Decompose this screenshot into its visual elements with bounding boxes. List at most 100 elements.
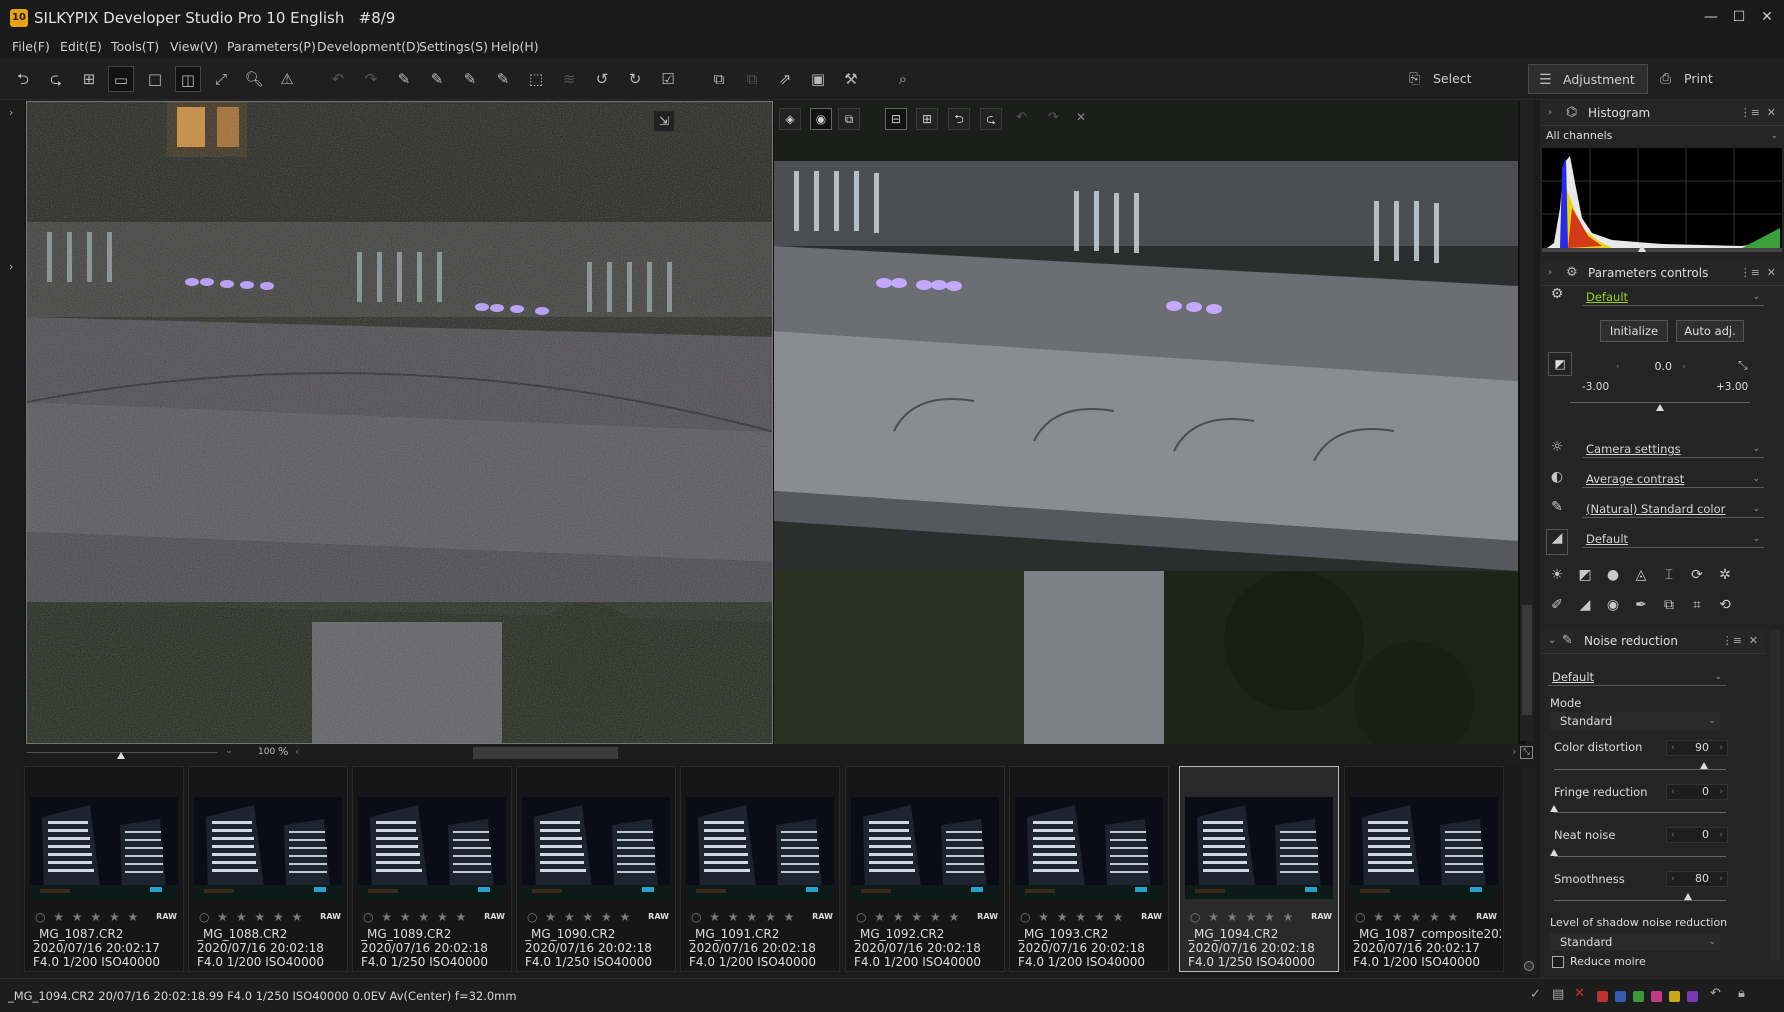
fit-screen-icon[interactable]: ⤢	[208, 66, 234, 92]
parameters-menu-icon[interactable]: ⋮≡	[1740, 260, 1760, 286]
rating-stars[interactable]: ○ ★ ★ ★ ★ ★	[1020, 910, 1125, 924]
grid-overlay-icon[interactable]: ⊞	[916, 108, 938, 130]
filmstrip-view-icon[interactable]: ▭	[108, 66, 134, 92]
zoom-icon[interactable]: 🔍︎	[241, 66, 267, 92]
copy-right-icon[interactable]: ⮎	[980, 108, 1002, 130]
color-distortion-knob[interactable]	[1700, 762, 1708, 769]
rotate-tool-icon[interactable]: ⟲	[1714, 597, 1736, 613]
slideshow-icon[interactable]: ▣	[805, 66, 831, 92]
viewer-redo-icon[interactable]: ↷	[1048, 110, 1059, 125]
sphere-tool-icon[interactable]: ●	[1602, 567, 1624, 583]
previous-image-icon[interactable]: ⮌	[10, 66, 36, 92]
auto-adj-button[interactable]: Auto adj.	[1676, 320, 1744, 342]
noise-menu-icon[interactable]: ⋮≡	[1722, 628, 1742, 654]
fr-increase-icon[interactable]: ›	[1719, 785, 1723, 799]
grid-view-icon[interactable]: ⊞	[76, 66, 102, 92]
menu-help[interactable]: Help(H)	[491, 36, 539, 58]
auto-exposure-icon[interactable]: ⤡	[1738, 358, 1748, 373]
image-after-denoised[interactable]	[774, 101, 1518, 744]
close-window-button[interactable]: ✕	[1756, 6, 1778, 28]
histogram-collapse-icon[interactable]: ›	[1548, 100, 1552, 126]
undo-icon[interactable]: ↶	[325, 66, 351, 92]
sharpness-tool-icon[interactable]: ⌶	[1658, 567, 1680, 583]
thumbnail-item[interactable]: ○ ★ ★ ★ ★ ★ RAW _MG_1089.CR2 2020/07/16 20:…	[352, 766, 512, 972]
viewer-vertical-scroll-thumb[interactable]	[1522, 605, 1532, 715]
tone-select[interactable]: Default ⌄	[1582, 530, 1764, 548]
rating-stars[interactable]: ○ ★ ★ ★ ★ ★	[691, 910, 796, 924]
shadow-noise-select[interactable]: Standard ⌄	[1550, 933, 1720, 951]
view-sync-icon[interactable]: ◈	[779, 108, 801, 130]
rating-stars[interactable]: ○ ★ ★ ★ ★ ★	[856, 910, 961, 924]
menu-parameters[interactable]: Parameters(P)	[227, 36, 316, 58]
lens-tool-icon[interactable]: ⟳	[1686, 567, 1708, 583]
histogram-close-icon[interactable]: ✕	[1767, 100, 1776, 126]
rotate-status-icon[interactable]: ↶	[1710, 986, 1721, 1001]
expand-left-panel-icon[interactable]: ›	[9, 260, 13, 273]
paste-parameters-icon[interactable]: ✎	[424, 66, 450, 92]
adjustment-mode-button[interactable]: ☰ Adjustment	[1528, 64, 1648, 94]
hsl-tool-icon[interactable]: ◬	[1630, 567, 1652, 583]
white-balance-select[interactable]: Camera settings ⌄	[1582, 440, 1764, 458]
paste-all-icon[interactable]: ✎	[457, 66, 483, 92]
initialize-button[interactable]: Initialize	[1600, 320, 1668, 342]
exposure-decrease-icon[interactable]: ‹	[1616, 360, 1620, 374]
parameters-collapse-icon[interactable]: ›	[1548, 260, 1552, 286]
rotate-right-icon[interactable]: ↻	[622, 66, 648, 92]
pink-label-icon[interactable]	[1651, 991, 1662, 1002]
neat-noise-spinner[interactable]: ‹ 0 ›	[1666, 827, 1728, 843]
thumbnail-item[interactable]: ○ ★ ★ ★ ★ ★ RAW _MG_1090.CR2 2020/07/16 20:…	[516, 766, 676, 972]
contrast-select[interactable]: Average contrast ⌄	[1582, 470, 1764, 488]
noise-reduction-header[interactable]: ⌄ ✎ Noise reduction ⋮≡ ✕	[1540, 628, 1766, 654]
sm-increase-icon[interactable]: ›	[1719, 872, 1723, 886]
parameters-close-icon[interactable]: ✕	[1767, 260, 1776, 286]
scroll-right-icon[interactable]: ›	[1512, 745, 1516, 758]
parameters-header[interactable]: › ⚙ Parameters controls ⋮≡ ✕	[1540, 260, 1784, 286]
loupe-icon[interactable]: ◉	[810, 108, 832, 130]
copy-left-icon[interactable]: ⮌	[948, 108, 970, 130]
minimize-button[interactable]: —	[1700, 6, 1722, 28]
maximize-button[interactable]: ☐	[1728, 6, 1750, 28]
smoothness-knob[interactable]	[1684, 893, 1692, 900]
neat-noise-track[interactable]	[1554, 856, 1726, 857]
expand-left-icon[interactable]: ›	[9, 106, 13, 119]
reject-icon[interactable]: ✕	[1574, 986, 1585, 1001]
tone-tool-icon[interactable]: ◩	[1574, 567, 1596, 583]
exposure-slider-track[interactable]	[1570, 402, 1750, 403]
warning-icon[interactable]: ⚠	[274, 66, 300, 92]
develop-batch-icon[interactable]: ⧉	[706, 66, 732, 92]
viewer-close-icon[interactable]: ✕	[1076, 110, 1086, 124]
thumbnail-item[interactable]: ○ ★ ★ ★ ★ ★ RAW _MG_1092.CR2 2020/07/16 20:…	[845, 766, 1005, 972]
navigator-icon[interactable]: ⤡	[1520, 746, 1533, 759]
rating-stars[interactable]: ○ ★ ★ ★ ★ ★	[35, 910, 140, 924]
compare-view-icon[interactable]: ◫	[175, 66, 201, 92]
thumbnail-item[interactable]: ○ ★ ★ ★ ★ ★ RAW _MG_1091.CR2 2020/07/16 20:…	[680, 766, 840, 972]
color-distortion-spinner[interactable]: ‹ 90 ›	[1666, 740, 1728, 756]
filmstrip-scrollbar[interactable]	[1522, 765, 1536, 975]
pen-tool-icon[interactable]: ✒	[1630, 597, 1652, 613]
print-mode-button[interactable]: ⎙ Print	[1650, 64, 1750, 94]
redo-icon[interactable]: ↷	[358, 66, 384, 92]
menu-file[interactable]: File(F)	[12, 36, 50, 58]
thumbnail-item[interactable]: ○ ★ ★ ★ ★ ★ RAW _MG_1087.CR2 2020/07/16 20:…	[24, 766, 184, 972]
layers-icon[interactable]: ≋	[556, 66, 582, 92]
parameter-preset-select[interactable]: Default ⌄	[1582, 288, 1764, 306]
histogram-menu-icon[interactable]: ⋮≡	[1740, 100, 1760, 126]
exposure-tool-icon[interactable]: ☀	[1546, 567, 1568, 583]
neat-noise-knob[interactable]	[1550, 849, 1558, 856]
reduce-moire-checkbox[interactable]	[1552, 956, 1564, 968]
rating-stars[interactable]: ○ ★ ★ ★ ★ ★	[363, 910, 468, 924]
rating-stars[interactable]: ○ ★ ★ ★ ★ ★	[1190, 910, 1295, 924]
histogram-header[interactable]: › ⌬ Histogram ⋮≡ ✕	[1540, 100, 1784, 126]
nn-decrease-icon[interactable]: ‹	[1671, 828, 1675, 842]
viewer-undo-icon[interactable]: ↶	[1016, 110, 1027, 125]
search-icon[interactable]: ⌕	[890, 66, 916, 92]
purple-label-icon[interactable]	[1687, 991, 1698, 1002]
menu-edit[interactable]: Edit(E)	[60, 36, 102, 58]
rating-stars[interactable]: ○ ★ ★ ★ ★ ★	[1355, 910, 1460, 924]
clone-tool-icon[interactable]: ⧉	[1658, 597, 1680, 613]
export-icon[interactable]: ⇗	[772, 66, 798, 92]
dust-tool-icon[interactable]: ✲	[1714, 567, 1736, 583]
rating-stars[interactable]: ○ ★ ★ ★ ★ ★	[199, 910, 304, 924]
noise-collapse-icon[interactable]: ⌄	[1548, 628, 1556, 654]
cd-decrease-icon[interactable]: ‹	[1671, 741, 1675, 755]
